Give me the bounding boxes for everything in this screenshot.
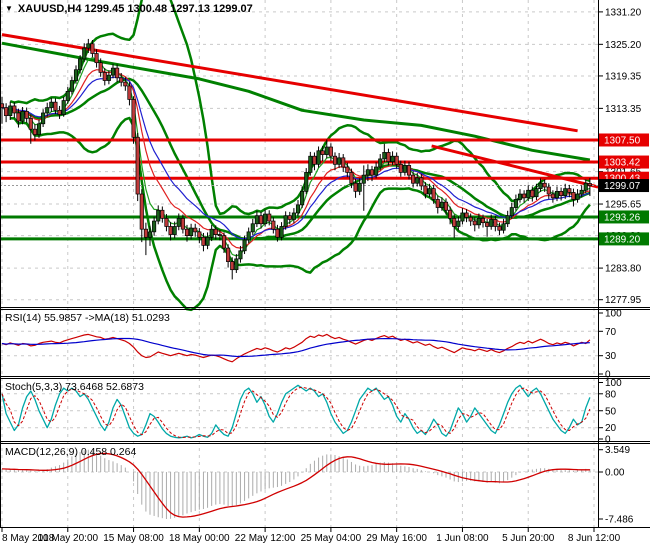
stoch-axis-label: 50 <box>605 406 617 417</box>
stoch-axis-label: 100 <box>605 378 622 389</box>
rsi-indicator-label: RSI(14) 55.9857 ->MA(18) 51.0293 <box>5 312 170 324</box>
trading-chart-window: 1331.201325.201319.351313.351307.501301.… <box>0 0 650 550</box>
price-badge-text: 1303.42 <box>604 158 641 169</box>
stoch-axis-label: 0 <box>605 435 611 446</box>
current-price-badge: 1299.07 <box>599 179 649 193</box>
time-axis-label: 29 May 16:00 <box>366 533 427 544</box>
level-badge-green: 1293.26 <box>599 210 649 224</box>
stoch-indicator-label: Stoch(5,3,3) 73.6468 52.6873 <box>5 381 144 393</box>
rsi-axis-label: 30 <box>605 351 617 362</box>
time-axis-label: 18 May 00:00 <box>169 533 230 544</box>
macd-axis-label: 3.549 <box>605 445 630 456</box>
price-badge-text: 1289.20 <box>604 234 641 245</box>
stoch-axis-label: 80 <box>605 389 617 400</box>
price-axis-label: 1331.20 <box>605 7 642 18</box>
level-badge-red: 1307.50 <box>599 133 649 147</box>
price-axis-label: 1319.35 <box>605 71 642 82</box>
macd-indicator-label: MACD(12,26,9) 0.458 0.264 <box>5 446 137 458</box>
candlestick <box>135 132 140 202</box>
level-badge-green: 1289.20 <box>599 232 649 246</box>
stoch-axis-label: 20 <box>605 423 617 434</box>
price-axis-label: 1295.65 <box>605 200 642 211</box>
macd-axis-label: 0.00 <box>605 468 625 479</box>
price-badge-text: 1299.07 <box>604 181 641 192</box>
time-axis-label: 8 Jun 12:00 <box>568 533 621 544</box>
macd-axis-label: -7.486 <box>605 515 634 526</box>
price-axis-label: 1313.35 <box>605 104 642 115</box>
price-badge-text: 1307.50 <box>604 135 641 146</box>
time-axis-label: 22 May 12:00 <box>235 533 296 544</box>
rsi-axis-label: 70 <box>605 327 617 338</box>
level-badge-red: 1303.42 <box>599 155 649 169</box>
time-axis-label: 25 May 04:00 <box>301 533 362 544</box>
candlestick <box>131 96 136 144</box>
time-axis-label: 1 Jun 08:00 <box>436 533 489 544</box>
time-axis-label: 5 Jun 20:00 <box>502 533 555 544</box>
symbol-dropdown-icon[interactable]: ▼ <box>5 5 13 13</box>
time-axis-label: 10 May 20:00 <box>37 533 98 544</box>
time-axis-label: 15 May 08:00 <box>103 533 164 544</box>
chart-title-bar: ▼ XAUUSD,H4 1299.45 1300.48 1297.13 1299… <box>5 3 253 15</box>
symbol-ohlc-text: XAUUSD,H4 1299.45 1300.48 1297.13 1299.0… <box>17 3 253 15</box>
chart-canvas[interactable]: 1331.201325.201319.351313.351307.501301.… <box>0 0 650 550</box>
price-axis-label: 1277.95 <box>605 295 642 306</box>
price-axis-label: 1283.80 <box>605 264 642 275</box>
rsi-axis-label: 100 <box>605 309 622 320</box>
price-badge-text: 1293.26 <box>604 212 641 223</box>
price-axis-label: 1325.20 <box>605 40 642 51</box>
